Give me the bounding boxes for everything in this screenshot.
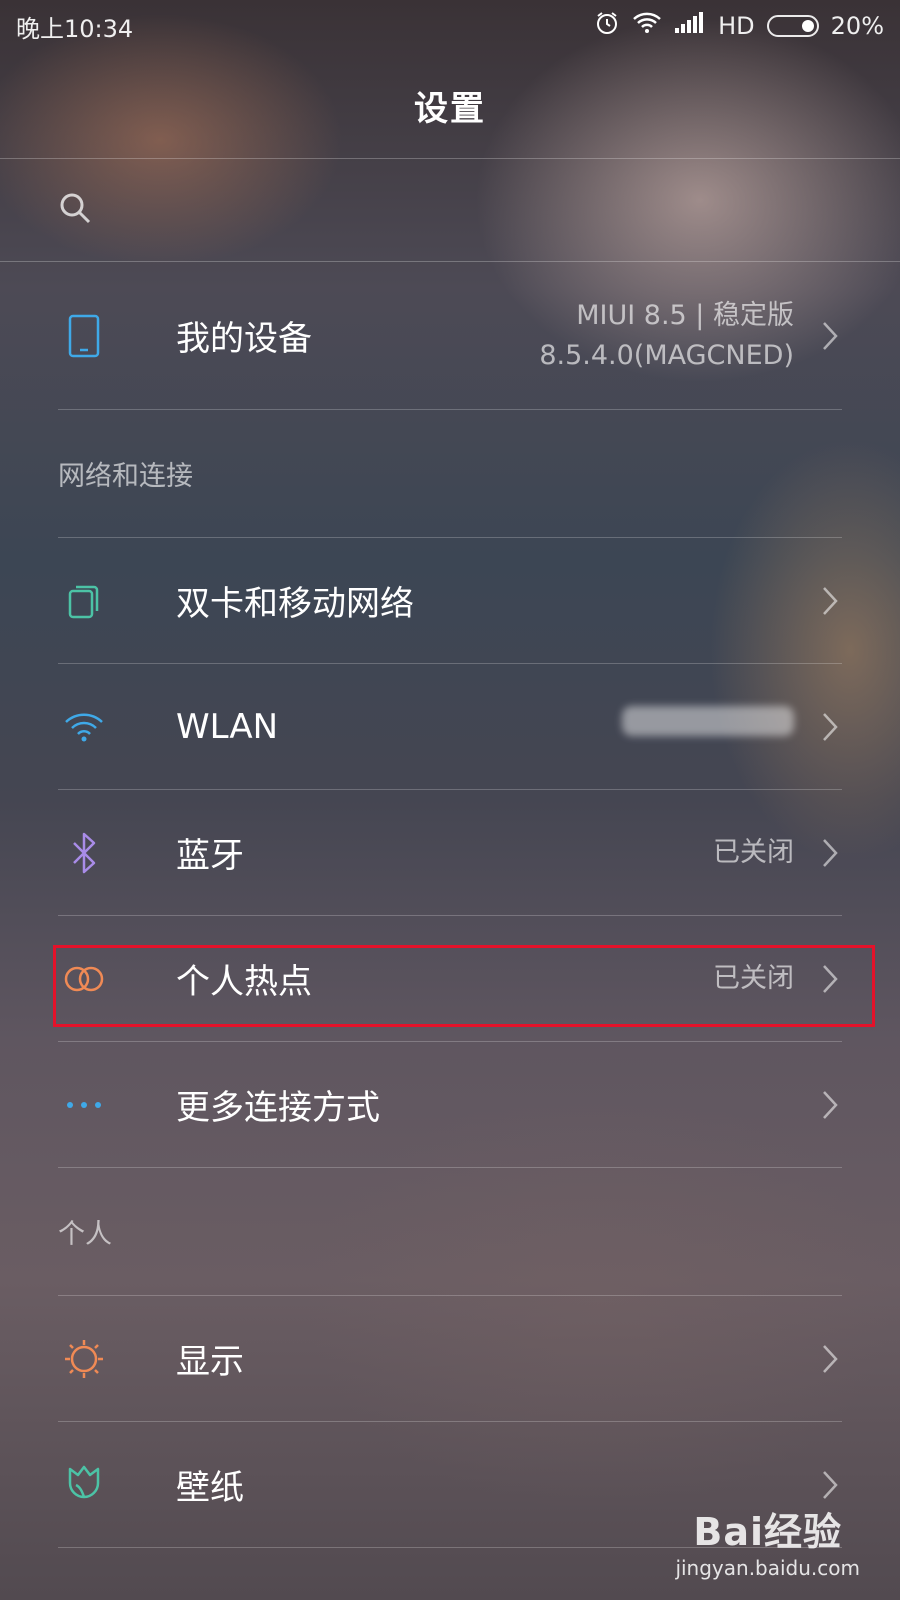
hotspot-icon (58, 953, 110, 1005)
chevron-right-icon (818, 1339, 842, 1379)
more-connections-label: 更多连接方式 (176, 1088, 380, 1128)
sim-mobile-network-item[interactable]: 双卡和移动网络 (58, 538, 842, 664)
bluetooth-label: 蓝牙 (176, 836, 244, 876)
brightness-icon (58, 1333, 110, 1385)
my-device-version-line2: 8.5.4.0(MAGCNED) (539, 339, 794, 371)
settings-list: 我的设备 MIUI 8.5 | 稳定版 8.5.4.0(MAGCNED) 网络和… (58, 262, 842, 1548)
wallpaper-tulip-icon (58, 1459, 110, 1511)
personal-hotspot-label: 个人热点 (176, 962, 312, 1002)
more-dots-icon (58, 1079, 110, 1131)
my-device-label: 我的设备 (176, 319, 312, 359)
alarm-icon (594, 10, 620, 42)
wifi-icon (632, 11, 662, 41)
sim-mobile-network-label: 双卡和移动网络 (176, 584, 414, 624)
status-icons: HD 20% (594, 10, 884, 42)
personal-hotspot-item[interactable]: 个人热点 已关闭 (58, 916, 842, 1042)
chevron-right-icon (818, 316, 842, 356)
my-device-version-line1: MIUI 8.5 | 稳定版 (576, 299, 794, 331)
section-header-network: 网络和连接 (58, 410, 842, 538)
wlan-network-name-blurred (622, 705, 794, 748)
phone-icon (58, 310, 110, 362)
display-item[interactable]: 显示 (58, 1296, 842, 1422)
status-time: 晚上10:34 (16, 14, 134, 43)
search-bar[interactable] (0, 158, 900, 262)
battery-icon (766, 15, 819, 37)
wlan-item[interactable]: WLAN (58, 664, 842, 790)
chevron-right-icon (818, 1085, 842, 1125)
baidu-jingyan-watermark: Bai经验 jingyan.baidu.com (675, 1501, 860, 1580)
search-icon[interactable] (58, 191, 92, 229)
watermark-sub: jingyan.baidu.com (675, 1556, 860, 1580)
wlan-label: WLAN (176, 706, 279, 747)
chevron-right-icon (818, 959, 842, 999)
my-device-version: MIUI 8.5 | 稳定版 8.5.4.0(MAGCNED) (539, 296, 794, 376)
my-device-item[interactable]: 我的设备 MIUI 8.5 | 稳定版 8.5.4.0(MAGCNED) (58, 262, 842, 410)
status-bar: 晚上10:34 HD 20% (0, 0, 900, 52)
bluetooth-item[interactable]: 蓝牙 已关闭 (58, 790, 842, 916)
signal-icon (674, 12, 706, 40)
chevron-right-icon (818, 1465, 842, 1505)
watermark-main: Bai经验 (693, 1510, 843, 1554)
personal-hotspot-status: 已关闭 (713, 962, 794, 994)
chevron-right-icon (818, 833, 842, 873)
bluetooth-icon (58, 827, 110, 879)
chevron-right-icon (818, 581, 842, 621)
network-type-label: HD (718, 12, 755, 40)
title-bar: 设置 (0, 52, 900, 159)
battery-percent: 20% (830, 12, 884, 40)
wallpaper-label: 壁纸 (176, 1468, 244, 1508)
sim-cards-icon (58, 575, 110, 627)
page-title: 设置 (414, 88, 486, 129)
more-connections-item[interactable]: 更多连接方式 (58, 1042, 842, 1168)
display-label: 显示 (176, 1342, 244, 1382)
chevron-right-icon (818, 707, 842, 747)
bluetooth-status: 已关闭 (713, 836, 794, 868)
section-header-personal: 个人 (58, 1168, 842, 1296)
wifi-icon (58, 701, 110, 753)
